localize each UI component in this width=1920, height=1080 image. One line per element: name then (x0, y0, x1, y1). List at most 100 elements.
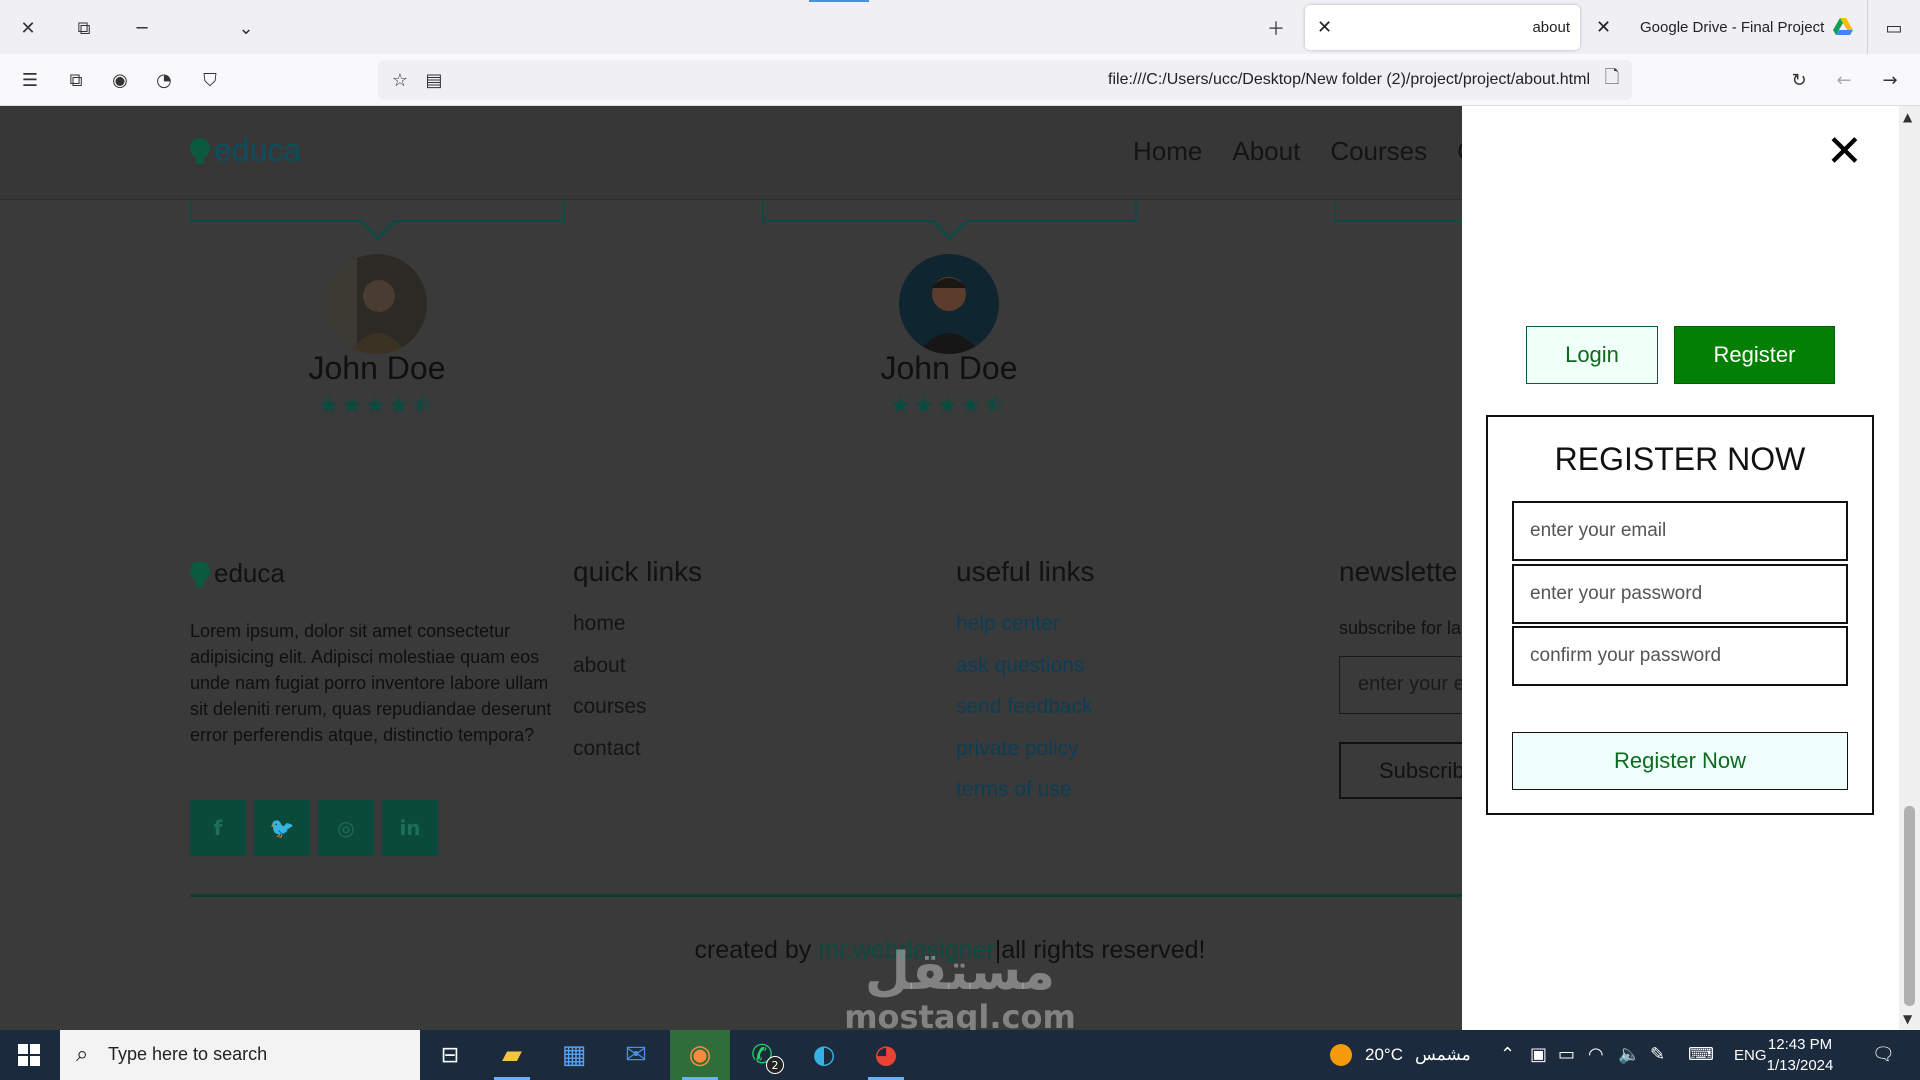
tab-google-drive[interactable]: ✕ Google Drive - Final Project (1590, 5, 1870, 50)
search-placeholder: Type here to search (108, 1044, 268, 1064)
new-tab-icon[interactable]: ＋ (1262, 14, 1290, 42)
url-text[interactable]: file:///C:/Users/ucc/Desktop/New folder … (1108, 71, 1590, 89)
useful-link-privacy[interactable]: private policy (956, 737, 1093, 779)
restore-window-icon[interactable]: ⧉ (70, 14, 98, 42)
newsletter-text: subscribe for la (1339, 618, 1462, 638)
quick-link-about[interactable]: about (573, 654, 647, 696)
newsletter-email-input[interactable]: enter your e (1339, 656, 1462, 714)
reader-view-icon[interactable]: ▤ (420, 66, 448, 94)
register-tab-button[interactable]: Register (1674, 326, 1835, 384)
nav-courses[interactable]: Courses (1330, 136, 1427, 167)
volume-icon[interactable]: 🔈 (1618, 1044, 1640, 1065)
quick-link-home[interactable]: home (573, 612, 647, 654)
back-icon[interactable]: ← (1830, 66, 1858, 94)
password-input[interactable] (1514, 566, 1846, 622)
password-field[interactable] (1512, 564, 1848, 624)
newsletter-placeholder: enter your e (1358, 673, 1462, 695)
wifi-icon[interactable]: ◠ (1588, 1044, 1604, 1065)
tray-chevron-icon[interactable]: ⌃ (1500, 1044, 1515, 1065)
testimonial-pointer (358, 219, 398, 240)
useful-link-feedback[interactable]: send feedback (956, 695, 1093, 737)
close-tab-icon[interactable]: ✕ (1596, 17, 1611, 38)
scroll-up-icon[interactable]: ▲ (1903, 110, 1912, 124)
microsoft-store-icon[interactable]: ▦ (544, 1030, 604, 1080)
email-input[interactable] (1514, 503, 1846, 559)
extensions-icon[interactable]: ⧉ (62, 66, 90, 94)
account-icon[interactable]: ◉ (106, 66, 134, 94)
scroll-thumb[interactable] (1904, 806, 1915, 1006)
weather-temp[interactable]: 20°C (1365, 1030, 1403, 1080)
footer-credit: created by mr.webdesigner|all rights res… (0, 936, 1462, 965)
twitter-icon[interactable]: 🐦 (254, 800, 310, 856)
avatar (327, 254, 427, 354)
taskbar-search[interactable]: ⌕ Type here to search (60, 1030, 420, 1080)
file-explorer-icon[interactable]: ▰ (482, 1030, 542, 1080)
whatsapp-icon[interactable]: ✆ 2 (732, 1030, 792, 1080)
avatar (899, 254, 999, 354)
lightbulb-icon (190, 137, 210, 164)
subscribe-button[interactable]: Subscrib (1339, 742, 1462, 799)
browser-tab-bar: ✕ ⧉ ─ ⌄ ＋ ✕ about ✕ Google Drive - Final… (0, 0, 1920, 54)
keyboard-icon[interactable]: ⌨ (1688, 1044, 1714, 1065)
credit-prefix: created by (694, 936, 819, 964)
notifications-icon[interactable]: 🗨 (1872, 1044, 1895, 1065)
windows-start-icon[interactable] (18, 1044, 40, 1066)
firefox-icon[interactable]: ◉ (670, 1030, 730, 1080)
register-now-button[interactable]: Register Now (1512, 732, 1848, 790)
whatsapp-badge: 2 (766, 1056, 784, 1074)
page-content: educa Home About Courses C John Doe ★★★★… (0, 106, 1462, 1030)
close-tab-icon[interactable]: ✕ (1317, 17, 1332, 38)
footer-brand: educa (214, 558, 285, 588)
tab-overview-icon[interactable]: ▭ (1880, 14, 1908, 42)
history-icon[interactable]: ◔ (150, 66, 178, 94)
minimize-window-icon[interactable]: ─ (128, 14, 156, 42)
taskbar-clock[interactable]: 12:43 PM 1/13/2024 (1760, 1034, 1840, 1076)
google-drive-icon (1833, 18, 1853, 35)
reload-icon[interactable]: ↻ (1785, 66, 1813, 94)
useful-link-ask[interactable]: ask questions (956, 654, 1093, 696)
address-bar[interactable]: ☆ ▤ file:///C:/Users/ucc/Desktop/New fol… (378, 60, 1632, 100)
edge-icon[interactable]: ◐ (794, 1030, 854, 1080)
weather-sun-icon (1330, 1044, 1352, 1066)
page-scrollbar[interactable]: ▲ ▼ (1899, 106, 1920, 1030)
login-tab-button[interactable]: Login (1526, 326, 1658, 384)
forward-icon[interactable]: → (1876, 66, 1904, 94)
pen-icon[interactable]: ✎ (1650, 1044, 1665, 1065)
nav-about[interactable]: About (1232, 136, 1300, 167)
useful-link-terms[interactable]: terms of use (956, 778, 1093, 820)
close-panel-icon[interactable]: ✕ (1826, 130, 1863, 174)
bookmark-star-icon[interactable]: ☆ (386, 66, 414, 94)
useful-links-title: useful links (956, 556, 1095, 587)
useful-link-help[interactable]: help center (956, 612, 1093, 654)
page-info-icon[interactable]: 🗋 (1598, 66, 1626, 94)
rating-stars: ★★★★⯪ (889, 391, 1009, 419)
linkedin-icon[interactable]: in (382, 800, 438, 856)
chrome-icon[interactable]: ◕ (856, 1030, 916, 1080)
site-nav: Home About Courses C (1133, 136, 1462, 167)
confirm-password-input[interactable] (1514, 628, 1846, 684)
mail-icon[interactable]: ✉ (606, 1030, 666, 1080)
search-icon: ⌕ (76, 1042, 89, 1067)
quick-link-courses[interactable]: courses (573, 695, 647, 737)
auth-side-panel: ✕ Login Register REGISTER NOW Register N… (1462, 106, 1899, 1030)
close-window-icon[interactable]: ✕ (14, 14, 42, 42)
nav-home[interactable]: Home (1133, 136, 1202, 167)
menu-icon[interactable]: ☰ (16, 66, 44, 94)
confirm-password-field[interactable] (1512, 626, 1848, 686)
instagram-icon[interactable]: ◎ (318, 800, 374, 856)
tab-list-chevron-icon[interactable]: ⌄ (232, 14, 260, 42)
site-logo[interactable]: educa (190, 132, 301, 169)
browser-toolbar: ☰ ⧉ ◉ ◔ ⛉ ☆ ▤ file:///C:/Users/ucc/Deskt… (0, 54, 1920, 106)
quick-link-contact[interactable]: contact (573, 737, 647, 779)
meet-now-icon[interactable]: ▣ (1530, 1044, 1547, 1065)
pocket-icon[interactable]: ⛉ (196, 66, 224, 94)
weather-text[interactable]: مشمس (1415, 1030, 1471, 1080)
battery-icon[interactable]: ▭ (1558, 1044, 1575, 1065)
facebook-icon[interactable]: f (190, 800, 246, 856)
scroll-down-icon[interactable]: ▼ (1903, 1012, 1912, 1026)
task-view-icon[interactable]: ⊟ (420, 1030, 480, 1080)
subscribe-label: Subscrib (1379, 758, 1462, 783)
email-field[interactable] (1512, 501, 1848, 561)
tab-about[interactable]: ✕ about (1305, 5, 1580, 50)
testimonial-pointer (930, 219, 970, 240)
